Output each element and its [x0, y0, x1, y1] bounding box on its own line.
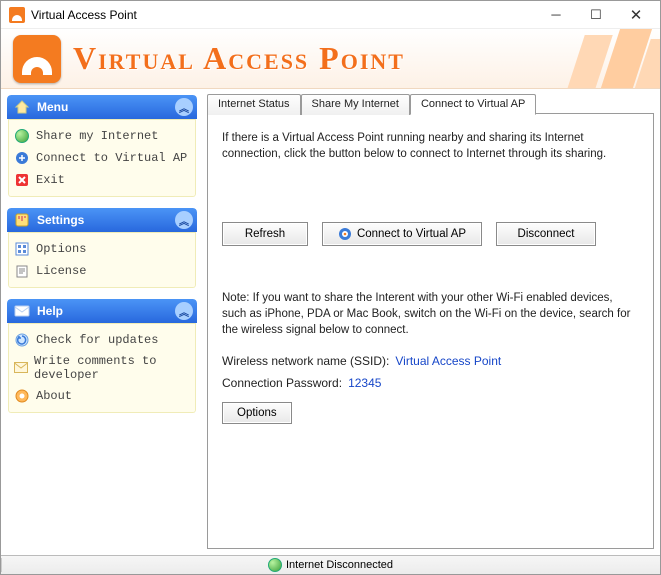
menu-panel-header[interactable]: Menu ︽: [7, 95, 197, 119]
tab-strip: Internet Status Share My Internet Connec…: [207, 93, 536, 114]
close-button[interactable]: ✕: [616, 2, 656, 28]
sidebar-item-label: Exit: [36, 173, 65, 187]
connect-icon: [338, 227, 352, 241]
ssid-label: Wireless network name (SSID):: [222, 354, 389, 368]
sidebar-item-write-comments[interactable]: Write comments to developer: [12, 351, 192, 385]
sidebar-item-label: License: [36, 264, 86, 278]
help-panel-title: Help: [37, 304, 63, 318]
connect-icon: [14, 150, 30, 166]
about-icon: [14, 388, 30, 404]
note-text: Note: If you want to share the Interent …: [222, 290, 639, 338]
chevron-up-icon[interactable]: ︽: [175, 98, 193, 116]
sidebar: Menu ︽ Share my Internet Connect to Virt…: [1, 89, 201, 555]
license-icon: [14, 263, 30, 279]
tab-internet-status[interactable]: Internet Status: [207, 94, 301, 115]
instruction-text: If there is a Virtual Access Point runni…: [222, 130, 639, 162]
tab-label: Internet Status: [218, 98, 290, 110]
button-label: Options: [237, 407, 277, 419]
help-panel-header[interactable]: Help ︽: [7, 299, 197, 323]
menu-panel: Menu ︽ Share my Internet Connect to Virt…: [7, 95, 197, 198]
password-label: Connection Password:: [222, 376, 342, 390]
exit-icon: [14, 172, 30, 188]
sidebar-item-label: Write comments to developer: [34, 354, 190, 382]
button-label: Connect to Virtual AP: [357, 228, 466, 240]
chevron-up-icon[interactable]: ︽: [175, 302, 193, 320]
refresh-button[interactable]: Refresh: [222, 222, 308, 246]
update-icon: [14, 332, 30, 348]
sidebar-item-share-internet[interactable]: Share my Internet: [12, 125, 192, 147]
envelope-icon: [14, 360, 28, 376]
home-icon: [13, 98, 31, 116]
content-area: Internet Status Share My Internet Connec…: [201, 89, 660, 555]
ssid-value: Virtual Access Point: [395, 354, 501, 368]
sidebar-item-check-updates[interactable]: Check for updates: [12, 329, 192, 351]
sidebar-item-label: Check for updates: [36, 333, 158, 347]
sidebar-item-label: Share my Internet: [36, 129, 158, 143]
maximize-button[interactable]: ☐: [576, 2, 616, 28]
tab-page: If there is a Virtual Access Point runni…: [207, 113, 654, 549]
tab-share-my-internet[interactable]: Share My Internet: [301, 94, 410, 115]
sidebar-item-license[interactable]: License: [12, 260, 192, 282]
help-panel: Help ︽ Check for updates Write comments …: [7, 299, 197, 414]
tab-label: Connect to Virtual AP: [421, 98, 525, 110]
app-logo-icon: [13, 35, 61, 83]
banner: Virtual Access Point: [1, 29, 660, 89]
settings-panel: Settings ︽ Options License: [7, 208, 197, 289]
tab-label: Share My Internet: [312, 98, 399, 110]
connect-to-virtual-ap-button[interactable]: Connect to Virtual AP: [322, 222, 482, 246]
settings-panel-title: Settings: [37, 213, 84, 227]
disconnect-button[interactable]: Disconnect: [496, 222, 596, 246]
mail-icon: [13, 302, 31, 320]
settings-icon: [13, 211, 31, 229]
sidebar-item-connect-ap[interactable]: Connect to Virtual AP: [12, 147, 192, 169]
settings-panel-header[interactable]: Settings ︽: [7, 208, 197, 232]
app-icon: [9, 7, 25, 23]
ssid-row: Wireless network name (SSID): Virtual Acc…: [222, 354, 639, 368]
minimize-button[interactable]: ─: [536, 2, 576, 28]
password-value: 12345: [348, 376, 381, 390]
button-label: Disconnect: [518, 228, 575, 240]
options-button[interactable]: Options: [222, 402, 292, 424]
password-row: Connection Password: 12345: [222, 376, 639, 390]
banner-decoration: [550, 29, 660, 89]
globe-icon: [268, 558, 282, 572]
banner-title: Virtual Access Point: [73, 40, 405, 77]
sidebar-item-options[interactable]: Options: [12, 238, 192, 260]
chevron-up-icon[interactable]: ︽: [175, 211, 193, 229]
sidebar-item-label: Options: [36, 242, 86, 256]
button-row: Refresh Connect to Virtual AP Disconnect: [222, 222, 639, 246]
globe-icon: [14, 128, 30, 144]
status-text: Internet Disconnected: [286, 559, 393, 571]
titlebar: Virtual Access Point ─ ☐ ✕: [1, 1, 660, 29]
options-icon: [14, 241, 30, 257]
window-title: Virtual Access Point: [31, 8, 536, 22]
sidebar-item-label: About: [36, 389, 72, 403]
sidebar-item-label: Connect to Virtual AP: [36, 151, 187, 165]
button-label: Refresh: [245, 228, 285, 240]
menu-panel-title: Menu: [37, 100, 68, 114]
status-bar: Internet Disconnected: [1, 555, 660, 574]
sidebar-item-exit[interactable]: Exit: [12, 169, 192, 191]
tab-connect-to-virtual-ap[interactable]: Connect to Virtual AP: [410, 94, 536, 115]
sidebar-item-about[interactable]: About: [12, 385, 192, 407]
